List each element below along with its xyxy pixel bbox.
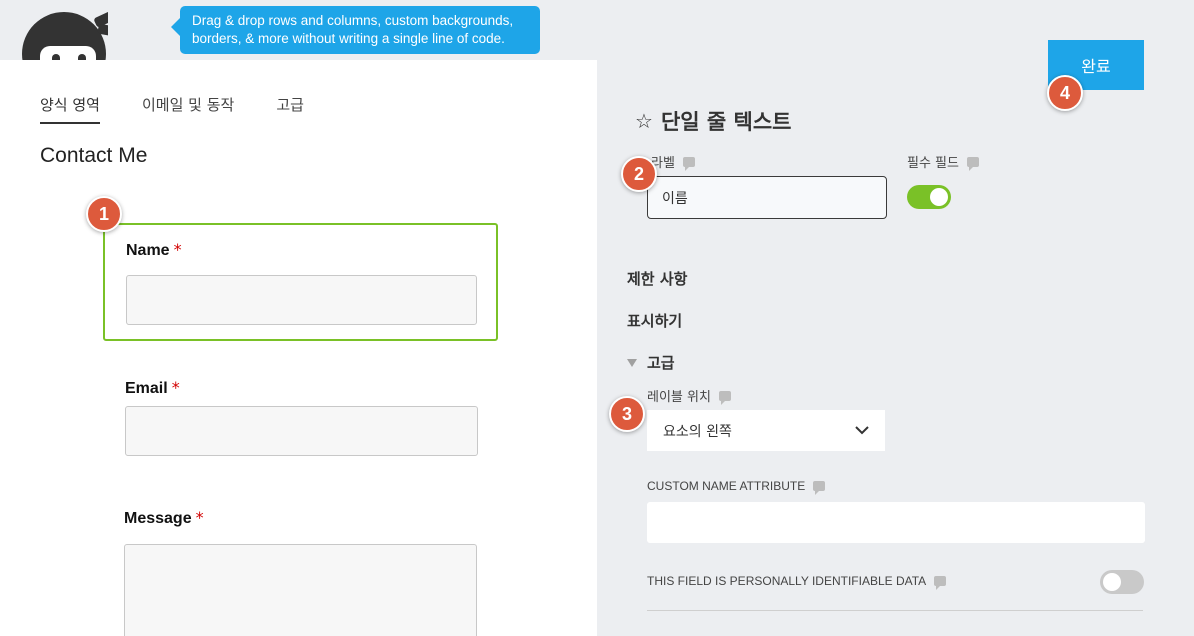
section-advanced[interactable]: 고급 xyxy=(627,352,675,373)
label-caption: 라벨 xyxy=(651,152,695,171)
required-asterisk: * xyxy=(173,240,182,259)
step-marker-4: 4 xyxy=(1047,75,1083,111)
label-input[interactable]: 이름 xyxy=(647,176,887,219)
tab-form-fields[interactable]: 양식 영역 xyxy=(40,94,100,124)
chevron-down-icon xyxy=(855,426,869,435)
field-label: Email xyxy=(125,380,168,397)
step-marker-2: 2 xyxy=(621,156,657,192)
section-label: 고급 xyxy=(647,354,675,372)
label-input-value: 이름 xyxy=(662,190,688,207)
ninja-forms-logo-icon xyxy=(22,12,108,64)
custom-name-caption: CUSTOM NAME ATTRIBUTE xyxy=(647,479,826,495)
label-position-caption-text: 레이블 위치 xyxy=(647,390,711,405)
star-icon[interactable]: ☆ xyxy=(635,109,653,133)
field-name-label: Name * xyxy=(126,240,182,260)
message-textarea-preview[interactable] xyxy=(124,544,477,636)
tab-emails-actions[interactable]: 이메일 및 동작 xyxy=(142,94,234,124)
tip-bubble: Drag & drop rows and columns, custom bac… xyxy=(171,6,540,54)
custom-name-caption-text: CUSTOM NAME ATTRIBUTE xyxy=(647,479,806,493)
label-position-value: 요소의 왼쪽 xyxy=(663,423,732,440)
pii-caption: THIS FIELD IS PERSONALLY IDENTIFIABLE DA… xyxy=(647,574,947,590)
field-message-label: Message * xyxy=(124,508,204,528)
field-email-label: Email * xyxy=(125,378,180,398)
section-display[interactable]: 표시하기 xyxy=(627,310,682,331)
pii-caption-text: THIS FIELD IS PERSONALLY IDENTIFIABLE DA… xyxy=(647,574,927,588)
step-marker-3: 3 xyxy=(609,396,645,432)
step-marker-1: 1 xyxy=(86,196,122,232)
help-tooltip-icon[interactable] xyxy=(682,156,695,171)
section-restrictions[interactable]: 제한 사항 xyxy=(627,268,687,289)
field-type-title: ☆ 단일 줄 텍스트 xyxy=(635,106,791,136)
section-label: 제한 사항 xyxy=(627,270,688,288)
email-input-preview[interactable] xyxy=(125,406,478,456)
required-caption-text: 필수 필드 xyxy=(907,156,959,171)
field-settings-panel: ☆ 단일 줄 텍스트 라벨 이름 필수 필드 제한 사항 표시하기 고급 레이블… xyxy=(597,60,1194,636)
required-asterisk: * xyxy=(195,508,204,527)
required-caption: 필수 필드 xyxy=(907,152,979,171)
form-builder-panel: 양식 영역 이메일 및 동작 고급 Contact Me Name * Email… xyxy=(0,60,597,636)
form-title: Contact Me xyxy=(40,144,148,167)
field-label: Message xyxy=(124,510,192,527)
caret-down-icon xyxy=(627,358,637,367)
divider xyxy=(647,610,1143,611)
section-label: 표시하기 xyxy=(627,312,683,330)
required-toggle[interactable] xyxy=(907,185,951,209)
help-tooltip-icon[interactable] xyxy=(934,576,947,590)
label-position-select[interactable]: 요소의 왼쪽 xyxy=(647,410,885,451)
help-tooltip-icon[interactable] xyxy=(813,481,826,495)
help-tooltip-icon[interactable] xyxy=(966,156,979,171)
custom-name-input[interactable] xyxy=(647,502,1145,543)
name-input-preview[interactable] xyxy=(126,275,477,325)
builder-tabs: 양식 영역 이메일 및 동작 고급 xyxy=(40,94,346,124)
pii-toggle[interactable] xyxy=(1100,570,1144,594)
field-label: Name xyxy=(126,242,170,259)
tip-line-1: Drag & drop rows and columns, custom bac… xyxy=(192,13,514,28)
tab-advanced[interactable]: 고급 xyxy=(276,94,304,124)
field-type-name: 단일 줄 텍스트 xyxy=(660,110,792,134)
label-position-caption: 레이블 위치 xyxy=(647,386,731,405)
tip-line-2: borders, & more without writing a single… xyxy=(192,31,505,46)
required-asterisk: * xyxy=(171,378,180,397)
help-tooltip-icon[interactable] xyxy=(718,390,731,405)
